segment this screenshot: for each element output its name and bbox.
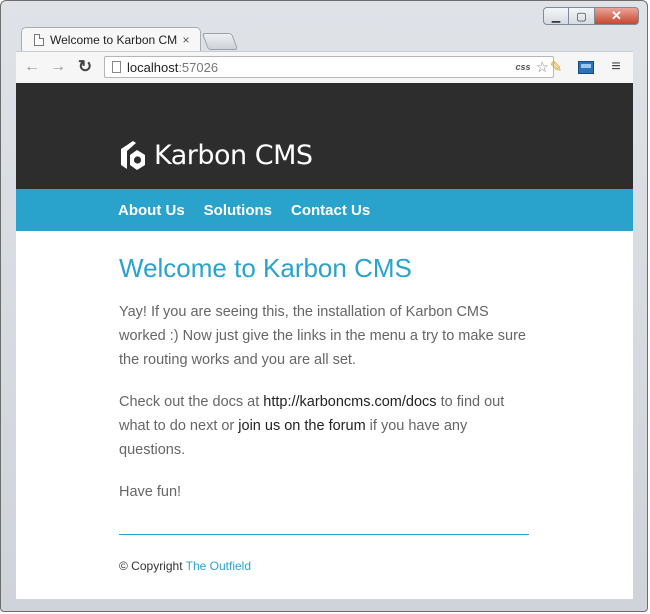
tab-strip: Welcome to Karbon CMS ×	[21, 25, 421, 51]
docs-link[interactable]: http://karboncms.com/docs	[263, 394, 436, 410]
url-host: localhost	[127, 59, 179, 75]
pencil-extension-icon[interactable]: ✎	[546, 57, 566, 77]
page-title: Welcome to Karbon CMS	[119, 253, 412, 283]
url-port: :57026	[178, 59, 219, 75]
nav-item-contact-us[interactable]: Contact Us	[291, 202, 370, 219]
main-content: Welcome to Karbon CMS Yay! If you are se…	[119, 231, 529, 573]
reload-icon[interactable]: ↻	[75, 57, 95, 77]
company-link[interactable]: The Outfield	[186, 559, 251, 573]
page-viewport: Karbon CMS About Us Solutions Contact Us…	[16, 83, 633, 599]
intro-paragraph: Yay! If you are seeing this, the install…	[119, 304, 526, 368]
site-nav: About Us Solutions Contact Us	[16, 189, 633, 231]
docs-text-before: Check out the docs at	[119, 394, 264, 410]
page-info-icon[interactable]	[112, 61, 121, 73]
css-extension-icon[interactable]: css	[516, 62, 531, 72]
browser-window: ▁ ▢ ✕ Welcome to Karbon CMS × ← → ↻ loca…	[0, 0, 648, 612]
address-bar[interactable]: localhost :57026 css ☆	[104, 56, 554, 78]
nav-item-about-us[interactable]: About Us	[118, 202, 185, 219]
tab-karbon-cms[interactable]: Welcome to Karbon CMS ×	[21, 27, 201, 51]
browser-toolbar: ← → ↻ localhost :57026 css ☆ ✎ ≡	[16, 51, 633, 83]
forward-arrow-icon[interactable]: →	[48, 57, 68, 77]
site-header: Karbon CMS	[16, 83, 633, 189]
page-icon	[34, 33, 44, 46]
copyright-text: © Copyright	[119, 559, 186, 573]
close-icon[interactable]: ✕	[595, 7, 639, 25]
maximize-icon[interactable]: ▢	[569, 7, 595, 25]
footer-divider	[119, 534, 529, 535]
docs-paragraph: Check out the docs at http://karboncms.c…	[119, 390, 529, 462]
tab-close-icon[interactable]: ×	[178, 33, 194, 47]
logo-text: Karbon CMS	[154, 139, 313, 171]
minimize-icon[interactable]: ▁	[543, 7, 569, 25]
forum-link[interactable]: join us on the forum	[238, 418, 365, 434]
window-caption-buttons: ▁ ▢ ✕	[543, 7, 639, 25]
nav-item-solutions[interactable]: Solutions	[204, 202, 272, 219]
site-footer: © Copyright The Outfield	[119, 559, 529, 573]
new-tab-button[interactable]	[201, 33, 239, 50]
browser-menu-icon[interactable]: ≡	[606, 57, 626, 77]
site-logo[interactable]: Karbon CMS	[118, 139, 313, 171]
screen-capture-extension-icon[interactable]	[576, 57, 596, 77]
closing-paragraph: Have fun!	[119, 484, 182, 500]
tab-title: Welcome to Karbon CMS	[50, 32, 178, 47]
karbon-logo-icon	[121, 141, 145, 170]
back-arrow-icon[interactable]: ←	[22, 57, 42, 77]
